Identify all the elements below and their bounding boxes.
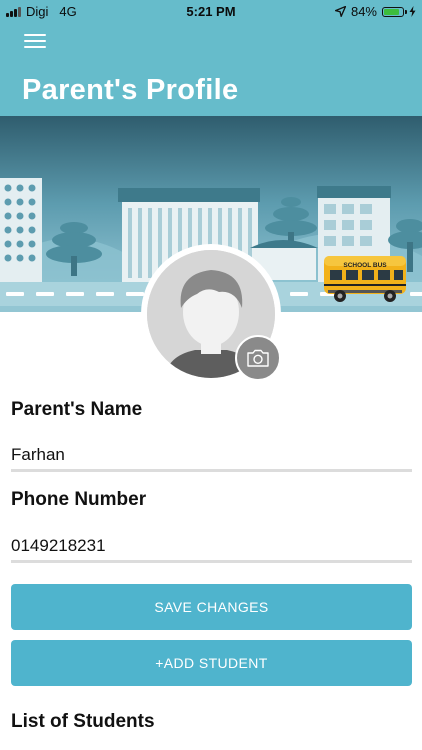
location-arrow-icon: [334, 6, 346, 17]
phone-input[interactable]: [11, 532, 412, 563]
battery-icon: [382, 6, 407, 17]
app-header: Parent's Profile: [0, 22, 422, 116]
battery-fill: [384, 8, 400, 15]
students-section-title: List of Students: [11, 711, 155, 732]
status-right: 84%: [334, 4, 416, 19]
status-bar: Digi 4G 5:21 PM 84%: [0, 0, 422, 22]
charging-bolt-icon: [409, 6, 416, 17]
name-input[interactable]: [11, 441, 412, 472]
change-photo-button[interactable]: [235, 335, 281, 381]
save-changes-button[interactable]: SAVE CHANGES: [11, 584, 412, 630]
camera-icon: [247, 349, 269, 367]
add-student-button[interactable]: +ADD STUDENT: [11, 640, 412, 686]
page-title: Parent's Profile: [22, 74, 239, 106]
bus-label: SCHOOL BUS: [343, 262, 387, 269]
phone-label: Phone Number: [11, 489, 147, 510]
battery-percent: 84%: [350, 4, 377, 19]
name-label: Parent's Name: [11, 399, 143, 420]
hamburger-menu-icon[interactable]: [24, 34, 46, 50]
